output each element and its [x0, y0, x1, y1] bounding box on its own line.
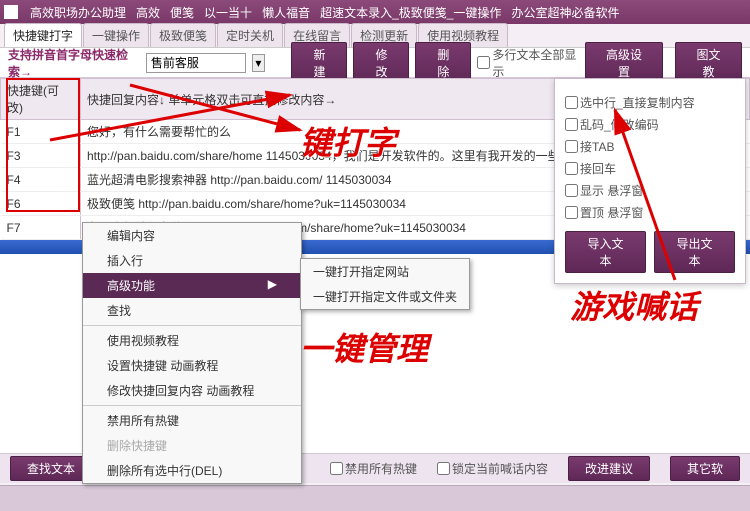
advanced-panel: 选中行_直接复制内容 乱码_修改编码 接TAB 接回车 显示 悬浮窗 置顶 悬浮… [554, 78, 746, 284]
opt-encoding[interactable]: 乱码_修改编码 [565, 116, 735, 133]
menu-edit-reply-anim[interactable]: 修改快捷回复内容 动画教程 [83, 378, 301, 403]
tab-hotkey-typing[interactable]: 快捷键打字 [4, 23, 82, 47]
search-label: 支持拼音首字母快速检索→ [8, 46, 140, 80]
annotation-text-1: 键打字 [300, 118, 396, 164]
status-bar [0, 485, 750, 511]
opt-tab[interactable]: 接TAB [565, 138, 735, 155]
export-button[interactable]: 导出文本 [654, 231, 735, 273]
menu-insert-row[interactable]: 插入行 [83, 248, 301, 273]
tab-one-click[interactable]: 一键操作 [83, 23, 149, 47]
submenu-open-website[interactable]: 一键打开指定网站 [301, 259, 469, 284]
find-text-button[interactable]: 查找文本 [10, 456, 92, 481]
multiline-checkbox[interactable]: 多行文本全部显示 [477, 46, 579, 80]
preset-combo[interactable] [146, 53, 246, 73]
annotation-box-hotkeys [6, 78, 80, 212]
other-button[interactable]: 其它软 [670, 456, 740, 481]
tab-shutdown[interactable]: 定时关机 [217, 23, 283, 47]
menu-find[interactable]: 查找 [83, 298, 301, 323]
toolbar: 支持拼音首字母快速检索→ ▾ 新建 修改 删除 多行文本全部显示 高级设置 图文… [0, 48, 750, 78]
menu-advanced[interactable]: 高级功能▶ [83, 273, 301, 298]
context-submenu: 一键打开指定网站 一键打开指定文件或文件夹 [300, 258, 470, 310]
menu-delete-selected[interactable]: 删除所有选中行(DEL) [83, 458, 301, 483]
annotation-text-3: 游戏喊话 [570, 282, 698, 328]
chevron-right-icon: ▶ [268, 277, 277, 294]
opt-topmost[interactable]: 置顶 悬浮窗 [565, 204, 735, 221]
context-menu: 编辑内容 插入行 高级功能▶ 查找 使用视频教程 设置快捷键 动画教程 修改快捷… [82, 222, 302, 484]
tab-sticky-notes[interactable]: 极致便笺 [150, 23, 216, 47]
app-icon [4, 5, 18, 19]
menu-disable-all[interactable]: 禁用所有热键 [83, 408, 301, 433]
menu-edit[interactable]: 编辑内容 [83, 223, 301, 248]
annotation-text-2: 一键管理 [300, 324, 428, 370]
opt-enter[interactable]: 接回车 [565, 160, 735, 177]
menu-delete-hotkey: 删除快捷键 [83, 433, 301, 458]
submenu-open-file[interactable]: 一键打开指定文件或文件夹 [301, 284, 469, 309]
menu-set-hotkey-anim[interactable]: 设置快捷键 动画教程 [83, 353, 301, 378]
lock-content-checkbox[interactable]: 锁定当前喊话内容 [437, 460, 548, 477]
opt-floating[interactable]: 显示 悬浮窗 [565, 182, 735, 199]
app-title: 高效职场办公助理 [30, 4, 126, 21]
suggestion-button[interactable]: 改进建议 [568, 456, 650, 481]
menu-video-tutorial[interactable]: 使用视频教程 [83, 328, 301, 353]
combo-dropdown-icon[interactable]: ▾ [252, 54, 265, 72]
disable-all-checkbox[interactable]: 禁用所有热键 [330, 460, 417, 477]
opt-copy-on-select[interactable]: 选中行_直接复制内容 [565, 94, 735, 111]
import-button[interactable]: 导入文本 [565, 231, 646, 273]
title-bar: 高效职场办公助理 高效 便笺 以一当十 懒人福音 超速文本录入_极致便笺_一键操… [0, 0, 750, 24]
